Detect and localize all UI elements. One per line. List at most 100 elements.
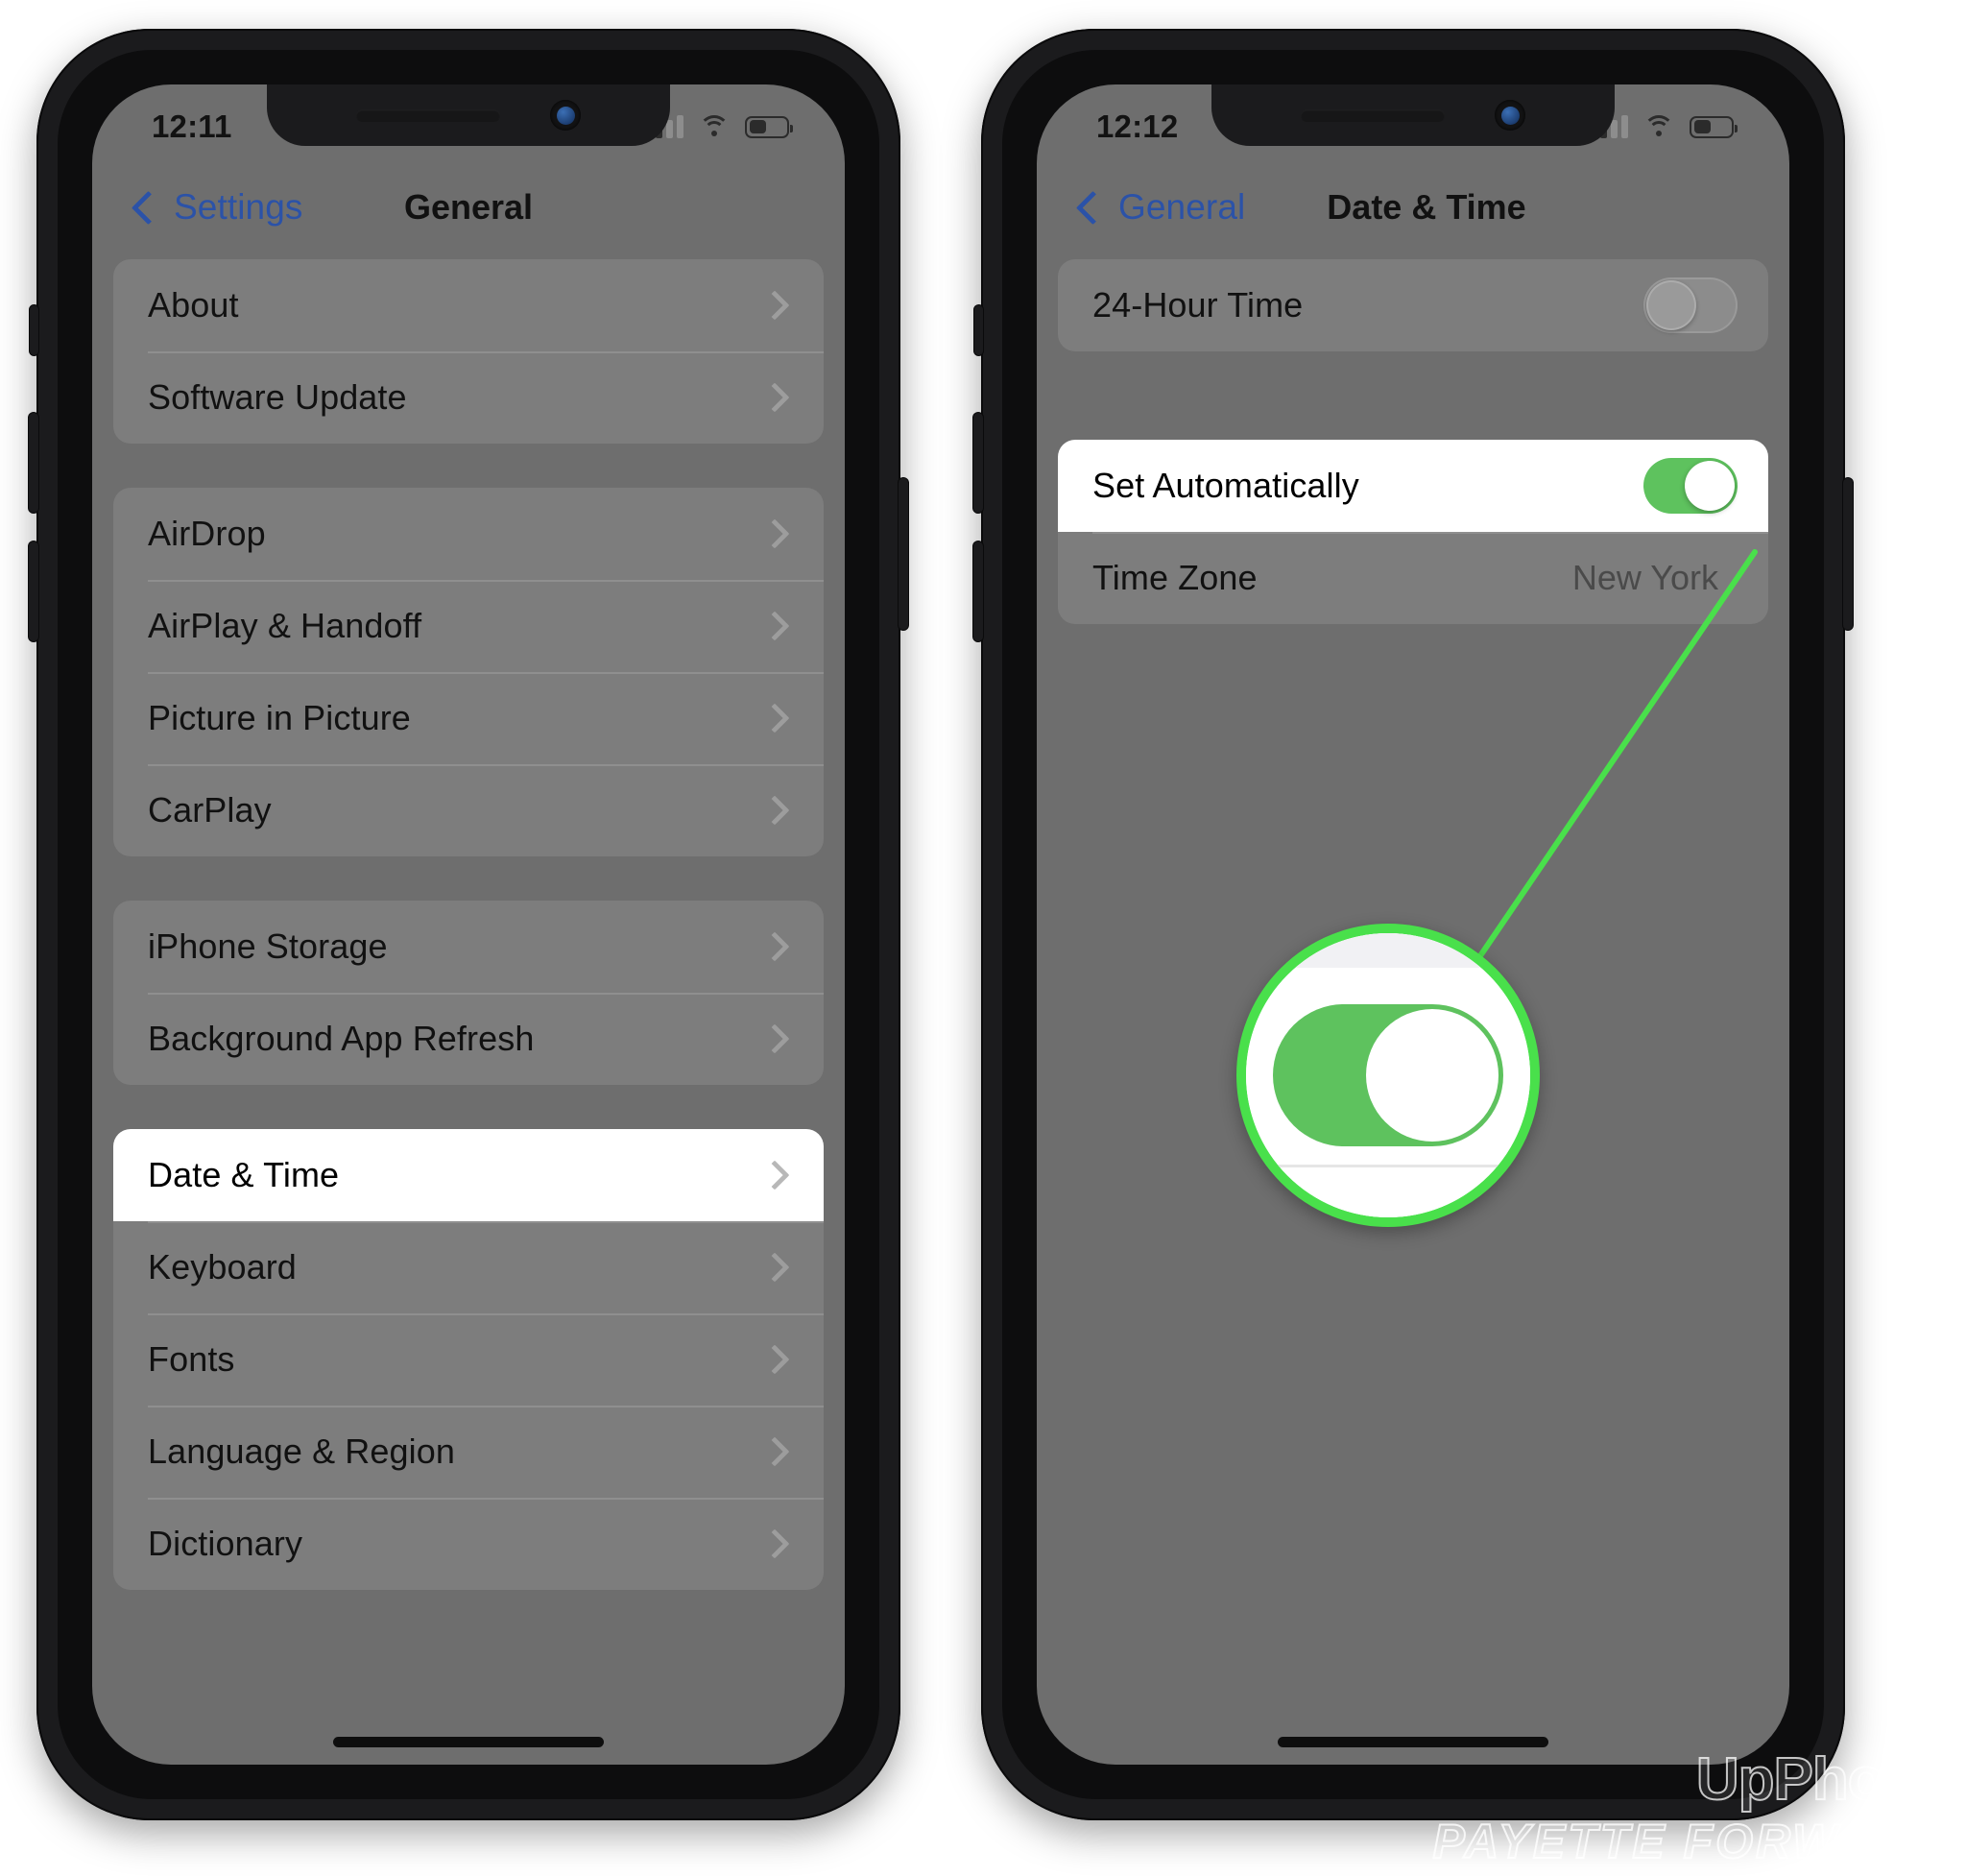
chevron-left-icon: [1075, 190, 1111, 225]
front-camera-icon: [1495, 100, 1525, 131]
list-item-about[interactable]: About: [113, 259, 824, 351]
left-phone-bezel: 12:11 Settings General About Software Up…: [58, 50, 879, 1799]
toggle-knob: [1685, 461, 1735, 511]
left-phone-device: 12:11 Settings General About Software Up…: [29, 29, 908, 1820]
list-item-keyboard[interactable]: Keyboard: [113, 1221, 824, 1313]
volume-down-button[interactable]: [29, 541, 38, 641]
watermark: UpPhone PAYETTE FORWARD: [1432, 1746, 1953, 1869]
list-item-label: Background App Refresh: [148, 1019, 535, 1058]
system-group: Date & Time Keyboard Fonts Language & Re…: [113, 1129, 824, 1590]
chevron-right-icon: [759, 703, 790, 734]
left-phone-screen: 12:11 Settings General About Software Up…: [92, 84, 845, 1765]
hour-format-group: 24-Hour Time: [1058, 259, 1768, 351]
wifi-icon: [699, 115, 730, 138]
magnifier-content: [1246, 933, 1530, 1217]
list-item-label: Time Zone: [1092, 558, 1258, 597]
chevron-right-icon: [759, 611, 790, 641]
list-item-label: AirDrop: [148, 514, 266, 553]
list-item-label: AirPlay & Handoff: [148, 606, 422, 645]
chevron-right-icon: [759, 1436, 790, 1467]
chevron-right-icon: [759, 290, 790, 321]
list-item-label: Dictionary: [148, 1524, 303, 1563]
auto-time-group: Set Automatically Time Zone New York: [1058, 440, 1768, 624]
list-item-label: Software Update: [148, 377, 407, 417]
set-automatically-toggle[interactable]: [1643, 458, 1738, 514]
list-item-24-hour-time[interactable]: 24-Hour Time: [1058, 259, 1768, 351]
home-indicator[interactable]: [1278, 1737, 1548, 1747]
chevron-left-icon: [131, 190, 166, 225]
24-hour-time-toggle[interactable]: [1643, 277, 1738, 333]
right-phone-bezel: 12:12 General Date & Time 24-Hour Time S…: [1002, 50, 1824, 1799]
list-item-label: iPhone Storage: [148, 926, 388, 966]
list-item-iphone-storage[interactable]: iPhone Storage: [113, 901, 824, 993]
list-item-background-app-refresh[interactable]: Background App Refresh: [113, 993, 824, 1085]
list-item-label: Fonts: [148, 1339, 235, 1379]
list-item-set-automatically[interactable]: Set Automatically: [1058, 440, 1768, 532]
home-indicator[interactable]: [333, 1737, 604, 1747]
chevron-right-icon: [759, 1252, 790, 1283]
chevron-right-icon: [759, 795, 790, 826]
toggle-magnifier-callout: [1236, 924, 1540, 1227]
magnified-toggle-knob: [1366, 1009, 1498, 1142]
list-item-picture-in-picture[interactable]: Picture in Picture: [113, 672, 824, 764]
back-to-general-button[interactable]: General: [1075, 187, 1245, 228]
list-item-airplay-handoff[interactable]: AirPlay & Handoff: [113, 580, 824, 672]
status-clock: 12:11: [152, 108, 232, 144]
wifi-icon: [1643, 115, 1674, 138]
list-item-time-zone[interactable]: Time Zone New York: [1058, 532, 1768, 624]
left-nav-bar: Settings General: [92, 156, 845, 259]
list-item-carplay[interactable]: CarPlay: [113, 764, 824, 856]
back-to-settings-button[interactable]: Settings: [131, 187, 303, 228]
right-phone-screen: 12:12 General Date & Time 24-Hour Time S…: [1037, 84, 1789, 1765]
payette-forward-logo: PAYETTE FORWARD: [1432, 1815, 1951, 1869]
power-button[interactable]: [899, 478, 908, 630]
earpiece-speaker-icon: [356, 108, 500, 122]
list-item-fonts[interactable]: Fonts: [113, 1313, 824, 1406]
right-phone-device: 12:12 General Date & Time 24-Hour Time S…: [973, 29, 1853, 1820]
magnified-toggle-on: [1273, 1004, 1503, 1146]
chevron-right-icon: [759, 518, 790, 549]
chevron-right-icon: [759, 931, 790, 962]
volume-up-button[interactable]: [29, 413, 38, 513]
power-button[interactable]: [1843, 478, 1853, 630]
battery-icon: [745, 115, 793, 138]
notch: [1211, 84, 1615, 146]
chevron-right-icon: [759, 1023, 790, 1054]
volume-down-button[interactable]: [973, 541, 983, 641]
magnifier-bottom-band: [1246, 1165, 1530, 1217]
info-group: About Software Update: [113, 259, 824, 444]
general-settings-list[interactable]: About Software Update AirDrop AirPlay & …: [92, 259, 845, 1765]
list-item-label: 24-Hour Time: [1092, 285, 1304, 325]
mute-switch[interactable]: [974, 305, 983, 355]
time-zone-value: New York: [1571, 558, 1718, 597]
storage-group: iPhone Storage Background App Refresh: [113, 901, 824, 1085]
list-item-label: Language & Region: [148, 1431, 455, 1471]
list-item-language-region[interactable]: Language & Region: [113, 1406, 824, 1498]
connectivity-group: AirDrop AirPlay & Handoff Picture in Pic…: [113, 488, 824, 856]
back-button-label: Settings: [174, 187, 303, 227]
upphone-brand-logo: UpPhone: [1695, 1746, 1953, 1813]
mute-switch[interactable]: [30, 305, 38, 355]
chevron-right-icon: [759, 1160, 790, 1191]
chevron-right-icon: [759, 1344, 790, 1375]
list-item-label: Set Automatically: [1092, 466, 1359, 505]
list-item-date-and-time[interactable]: Date & Time: [113, 1129, 824, 1221]
earpiece-speaker-icon: [1301, 108, 1445, 122]
volume-up-button[interactable]: [973, 413, 983, 513]
notch: [267, 84, 670, 146]
toggle-knob: [1646, 280, 1696, 330]
list-item-software-update[interactable]: Software Update: [113, 351, 824, 444]
list-item-label: Date & Time: [148, 1155, 340, 1194]
chevron-right-icon: [759, 382, 790, 413]
screenshot-stage: 12:11 Settings General About Software Up…: [0, 0, 1966, 1876]
list-item-label: Keyboard: [148, 1247, 297, 1287]
chevron-right-icon: [759, 1528, 790, 1559]
list-item-dictionary[interactable]: Dictionary: [113, 1498, 824, 1590]
status-clock: 12:12: [1096, 108, 1179, 144]
list-item-label: About: [148, 285, 239, 325]
list-item-label: CarPlay: [148, 790, 272, 830]
magnifier-top-band: [1246, 933, 1530, 968]
list-item-airdrop[interactable]: AirDrop: [113, 488, 824, 580]
front-camera-icon: [550, 100, 581, 131]
